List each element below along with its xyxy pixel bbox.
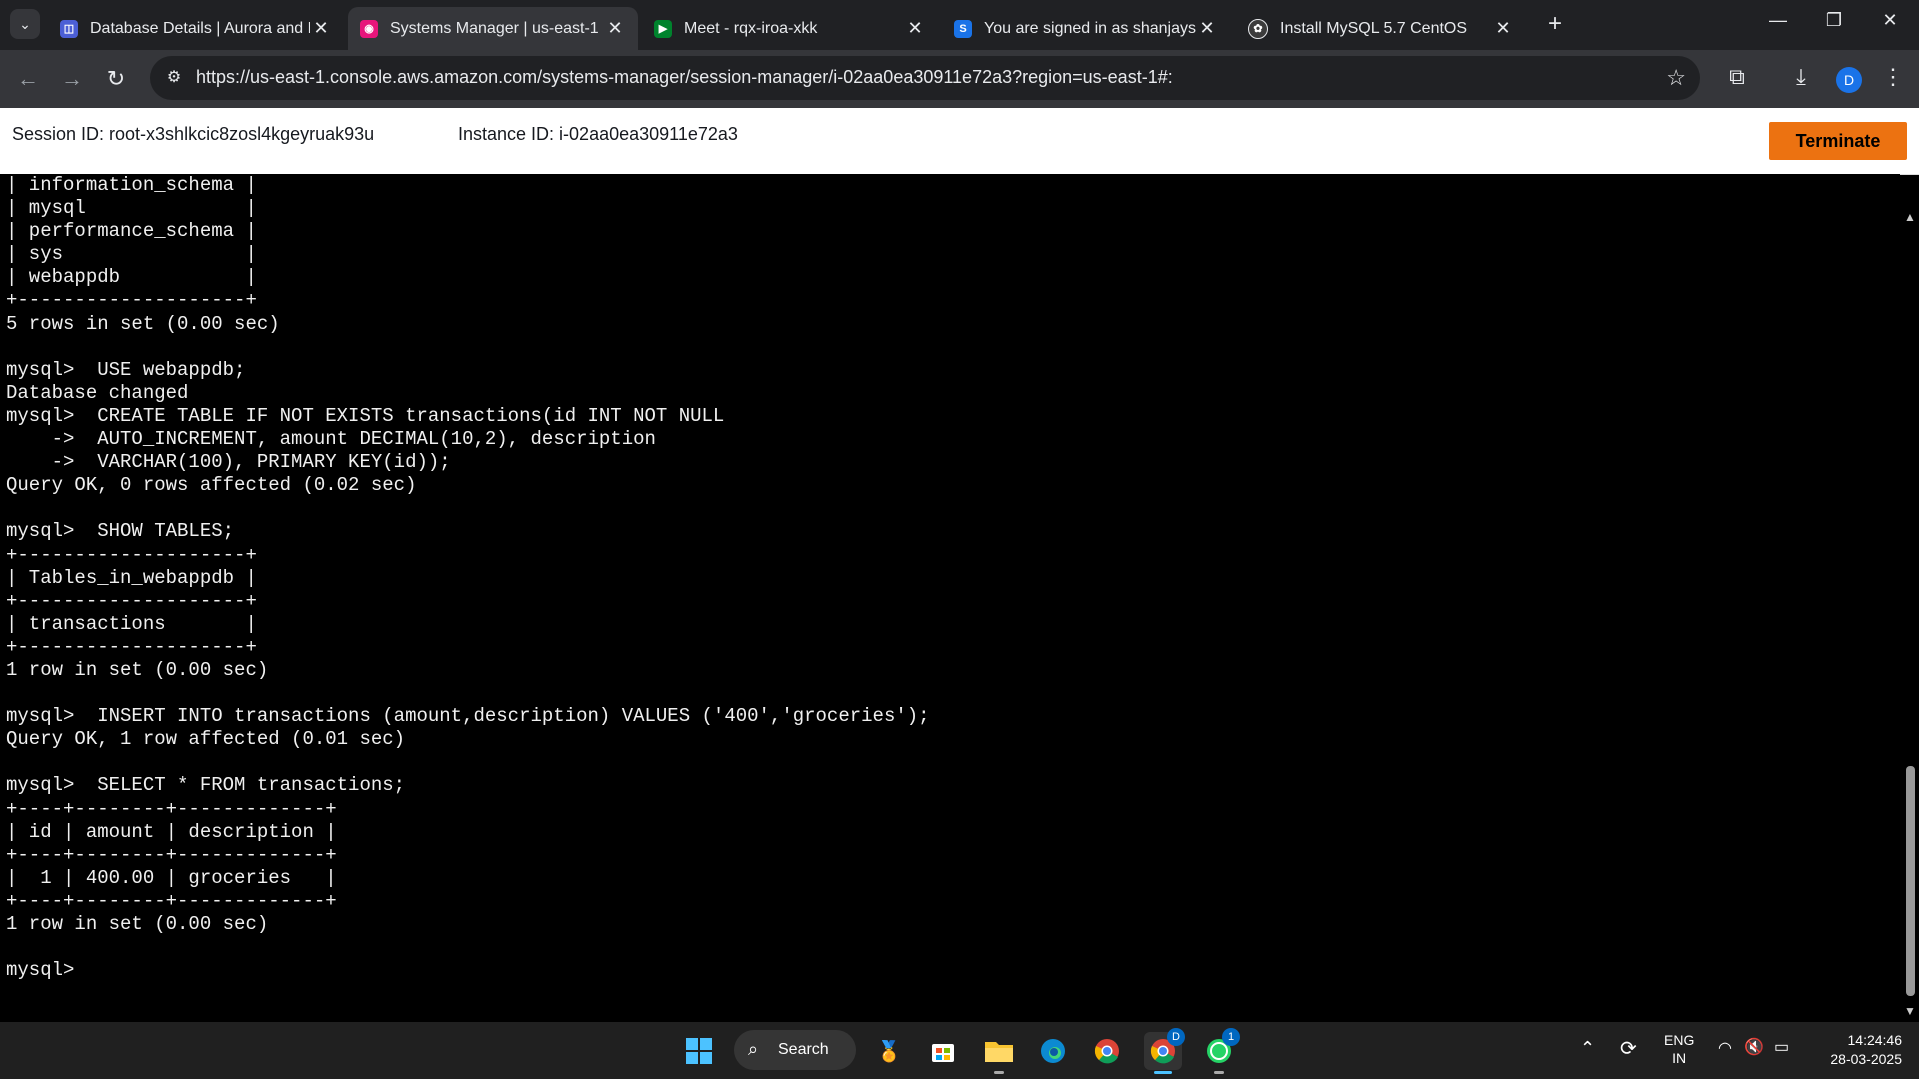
back-button[interactable]: ←: [12, 63, 44, 95]
browser-toolbar: ← → ↻ ⚙ https://us-east-1.console.aws.am…: [0, 50, 1919, 108]
profile-avatar[interactable]: D: [1836, 67, 1862, 93]
scroll-up-arrow-icon[interactable]: ▲: [1904, 210, 1916, 224]
terminal-line: | information_schema |: [6, 174, 257, 196]
session-header: Session ID: root-x3shlkcic8zosl4kgeyruak…: [0, 108, 1919, 175]
taskbar-search[interactable]: ⌕ Search: [734, 1030, 856, 1070]
close-icon[interactable]: ✕: [310, 18, 332, 39]
address-bar[interactable]: ⚙ https://us-east-1.console.aws.amazon.c…: [150, 56, 1700, 100]
tab-search-button[interactable]: ⌄: [10, 9, 40, 39]
terminal-line: 1 row in set (0.00 sec): [6, 658, 269, 681]
terminal-line: Query OK, 0 rows affected (0.02 sec): [6, 474, 417, 497]
active-indicator: [1154, 1071, 1172, 1074]
chrome-profile-badge: D: [1167, 1028, 1185, 1046]
terminal-line: 5 rows in set (0.00 sec): [6, 312, 280, 335]
terminal-line: | mysql |: [6, 197, 257, 220]
rds-icon: ◫: [60, 19, 78, 38]
sync-icon[interactable]: ⟳: [1620, 1036, 1637, 1061]
download-icon[interactable]: ⤓: [1786, 64, 1816, 90]
edge-icon[interactable]: [1034, 1032, 1072, 1070]
terminal-line: -> VARCHAR(100), PRIMARY KEY(id));: [6, 451, 451, 474]
terminal-output[interactable]: | information_schema | | mysql | | perform…: [0, 174, 1900, 1022]
terminal-line: mysql>: [6, 959, 86, 982]
terminal-line: +----+--------+-------------+: [6, 889, 337, 912]
site-info-icon[interactable]: ⚙: [162, 66, 186, 90]
search-icon: ⌕: [748, 1039, 759, 1059]
terminal-line: mysql> USE webappdb;: [6, 358, 246, 381]
tab-install-mysql[interactable]: ✿ Install MySQL 5.7 CentOS ✕: [1236, 7, 1526, 50]
meet-icon: ▶: [654, 19, 672, 38]
terminal-line: | Tables_in_webappdb |: [6, 566, 257, 589]
new-tab-button[interactable]: +: [1540, 10, 1570, 38]
terminal-line: -> AUTO_INCREMENT, amount DECIMAL(10,2),…: [6, 428, 656, 451]
terminal-line: mysql> INSERT INTO transactions (amount,…: [6, 705, 930, 728]
running-indicator: [1214, 1071, 1224, 1074]
terminal-line: +--------------------+: [6, 289, 257, 312]
file-explorer-icon[interactable]: [980, 1032, 1018, 1070]
terminal-line: mysql> SHOW TABLES;: [6, 520, 235, 543]
wifi-icon[interactable]: ◠: [1718, 1038, 1732, 1058]
forward-button[interactable]: →: [56, 63, 88, 95]
reload-button[interactable]: ↻: [100, 63, 132, 95]
bookmark-star-icon[interactable]: ☆: [1666, 65, 1686, 91]
tab-signed-in[interactable]: S You are signed in as shanjaysb ✕: [942, 7, 1230, 50]
terminal-line: +--------------------+: [6, 635, 257, 658]
tab-systems-manager[interactable]: ◉ Systems Manager | us-east-1 ✕: [348, 7, 638, 50]
minimize-button[interactable]: —: [1758, 10, 1798, 31]
instance-id: Instance ID: i-02aa0ea30911e72a3: [458, 124, 738, 144]
close-icon[interactable]: ✕: [604, 18, 626, 39]
terminal-line: | 1 | 400.00 | groceries |: [6, 866, 337, 889]
terminal-line: +--------------------+: [6, 589, 257, 612]
whatsapp-badge: 1: [1222, 1028, 1240, 1046]
chrome-icon[interactable]: [1088, 1032, 1126, 1070]
terminal-line: | performance_schema |: [6, 220, 257, 243]
scroll-down-arrow-icon[interactable]: ▼: [1904, 1004, 1916, 1018]
terminal-line: | webappdb |: [6, 266, 257, 289]
terminal-line: Database changed: [6, 381, 189, 404]
language-indicator[interactable]: ENG IN: [1664, 1031, 1694, 1067]
volume-muted-icon[interactable]: 🔇: [1744, 1037, 1764, 1057]
tab-database-details[interactable]: ◫ Database Details | Aurora and R ✕: [48, 7, 344, 50]
terminal-line: +----+--------+-------------+: [6, 843, 337, 866]
terminal-line: +--------------------+: [6, 543, 257, 566]
terminal-line: +----+--------+-------------+: [6, 797, 337, 820]
ssm-icon: ◉: [360, 19, 378, 38]
chevron-up-icon[interactable]: ⌃: [1580, 1038, 1595, 1059]
terminal-line: 1 row in set (0.00 sec): [6, 913, 269, 935]
menu-dots-icon[interactable]: ⋮: [1878, 64, 1908, 90]
terminal-line: | transactions |: [6, 612, 257, 635]
terminal-line: mysql> SELECT * FROM transactions;: [6, 774, 406, 797]
terminate-button[interactable]: Terminate: [1769, 122, 1907, 160]
windows-start-icon[interactable]: [680, 1032, 718, 1070]
scrollbar-thumb[interactable]: [1906, 766, 1915, 996]
microsoft-store-icon[interactable]: [924, 1032, 962, 1070]
close-icon[interactable]: ✕: [1196, 18, 1218, 39]
s-icon: S: [954, 19, 972, 38]
session-id: Session ID: root-x3shlkcic8zosl4kgeyruak…: [12, 124, 375, 144]
terminal-line: | sys |: [6, 243, 257, 266]
windows-taskbar: ⌕ Search 🏅 D 1 ⌃ ⟳ ENG IN ◠ 🔇 ▭ 14:24:46…: [0, 1022, 1919, 1079]
close-icon[interactable]: ✕: [1492, 18, 1514, 39]
terminal-line: mysql> CREATE TABLE IF NOT EXISTS transa…: [6, 404, 725, 427]
widgets-icon[interactable]: 🏅: [870, 1032, 908, 1070]
browser-tab-strip: ⌄ ◫ Database Details | Aurora and R ✕ ◉ …: [0, 0, 1919, 50]
restore-button[interactable]: ❐: [1814, 10, 1854, 31]
terminal-line: | id | amount | description |: [6, 820, 337, 843]
url-text[interactable]: https://us-east-1.console.aws.amazon.com…: [196, 67, 1173, 88]
extensions-icon[interactable]: ⧉: [1722, 64, 1752, 90]
terminal-line: Query OK, 1 row affected (0.01 sec): [6, 728, 406, 751]
battery-icon[interactable]: ▭: [1774, 1037, 1789, 1057]
chatgpt-icon: ✿: [1248, 18, 1268, 39]
window-close-button[interactable]: ✕: [1870, 10, 1910, 31]
clock[interactable]: 14:24:46 28-03-2025: [1816, 1031, 1902, 1069]
running-indicator: [994, 1071, 1004, 1074]
close-icon[interactable]: ✕: [904, 18, 926, 39]
tab-meet[interactable]: ▶ Meet - rqx-iroa-xkk ✕: [642, 7, 938, 50]
